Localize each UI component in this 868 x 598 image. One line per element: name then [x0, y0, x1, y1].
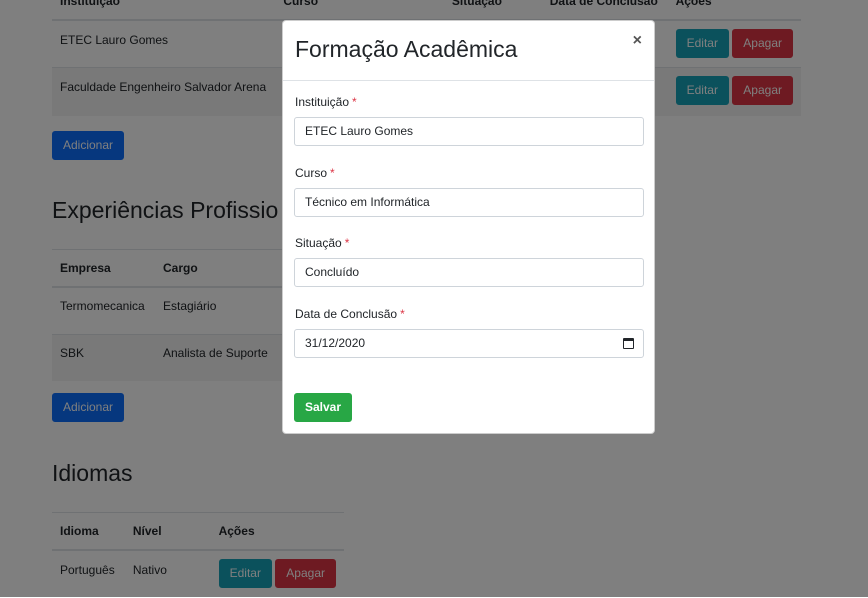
required-mark: *: [330, 166, 335, 180]
data-conclusao-input[interactable]: 31/12/2020: [294, 329, 644, 358]
curso-label-text: Curso: [295, 166, 328, 180]
situacao-label-text: Situação: [295, 236, 342, 250]
situacao-label: Situação *: [295, 236, 349, 250]
close-icon[interactable]: ×: [633, 33, 642, 49]
required-mark: *: [352, 95, 357, 109]
instituicao-label: Instituição *: [295, 95, 357, 109]
data-conclusao-value: 31/12/2020: [305, 336, 366, 350]
data-conclusao-label: Data de Conclusão *: [295, 307, 405, 321]
required-mark: *: [344, 236, 350, 250]
data-conclusao-label-text: Data de Conclusão: [295, 307, 398, 321]
curso-input[interactable]: Técnico em Informática: [294, 188, 644, 217]
calendar-icon[interactable]: [623, 338, 634, 349]
situacao-input[interactable]: Concluído: [294, 258, 644, 287]
curso-label: Curso *: [295, 166, 335, 180]
save-button[interactable]: Salvar: [294, 393, 353, 422]
modal-title: Formação Acadêmica: [295, 36, 518, 62]
instituicao-label-text: Instituição: [295, 95, 350, 109]
instituicao-input[interactable]: ETEC Lauro Gomes: [294, 117, 644, 146]
modal-header: Formação Acadêmica ×: [283, 21, 654, 81]
formacao-modal: Formação Acadêmica × Instituição * ETEC L…: [282, 20, 655, 434]
required-mark: *: [400, 307, 405, 321]
